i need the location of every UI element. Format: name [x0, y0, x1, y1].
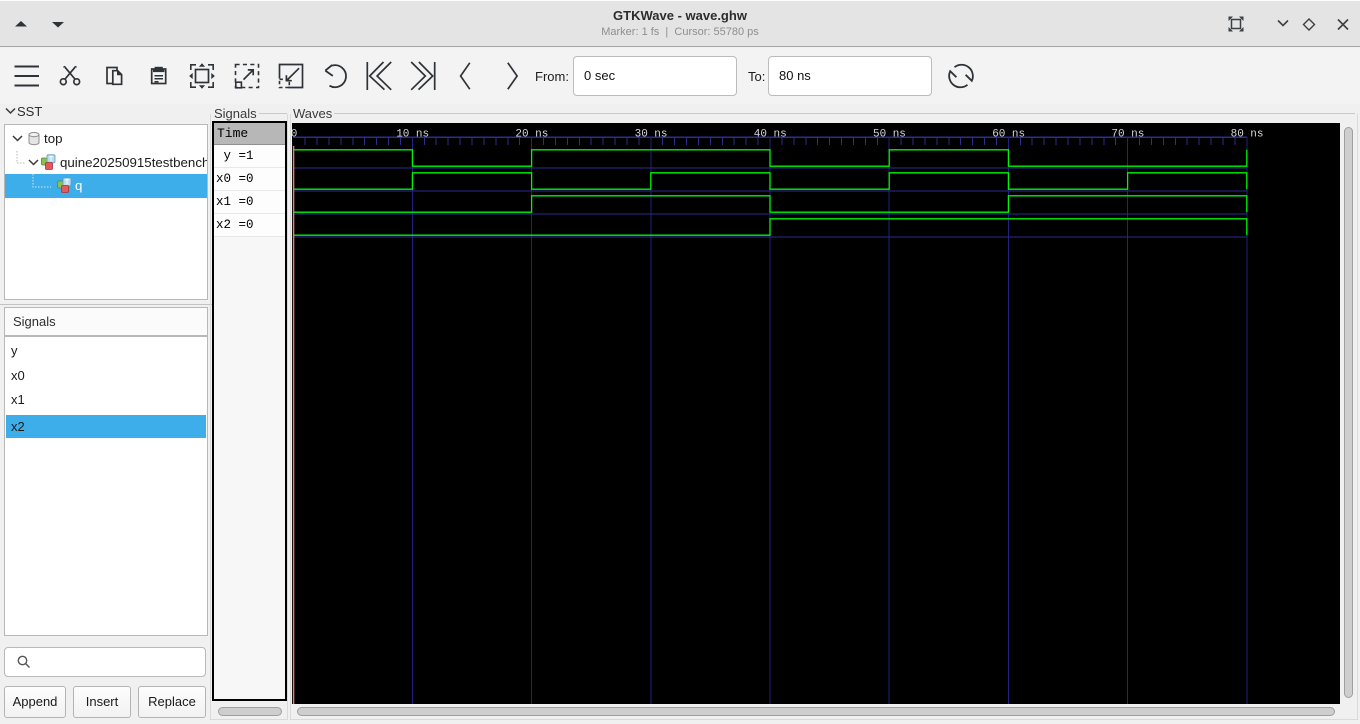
svg-text:20: 20: [515, 129, 528, 141]
svg-text:ns: ns: [774, 129, 787, 141]
svg-text:ns: ns: [535, 129, 548, 141]
svg-text:50: 50: [873, 129, 886, 141]
svg-text:ns: ns: [654, 129, 667, 141]
svg-text:ns: ns: [1012, 129, 1025, 141]
svg-text:ns: ns: [893, 129, 906, 141]
svg-text:10: 10: [396, 129, 409, 141]
svg-text:0: 0: [292, 129, 297, 141]
svg-text:60: 60: [992, 129, 1005, 141]
svg-text:ns: ns: [1131, 129, 1144, 141]
svg-text:70: 70: [1111, 129, 1124, 141]
svg-text:80: 80: [1231, 129, 1244, 141]
svg-text:40: 40: [754, 129, 767, 141]
svg-text:ns: ns: [416, 129, 429, 141]
svg-text:30: 30: [635, 129, 648, 141]
svg-text:ns: ns: [1250, 129, 1263, 141]
